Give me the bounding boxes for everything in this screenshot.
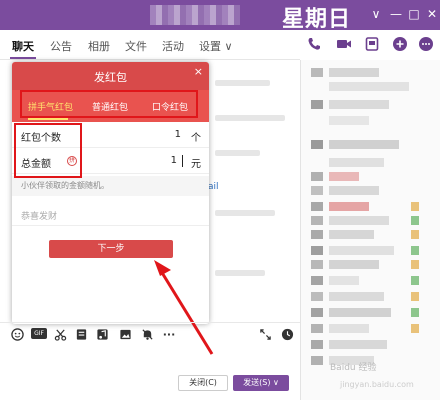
clock-icon[interactable] xyxy=(280,328,294,342)
count-unit: 个 xyxy=(191,133,201,144)
random-amount-hint: 小伙伴领取的金额随机。 xyxy=(12,176,209,196)
video-icon[interactable] xyxy=(336,36,352,52)
scissors-icon[interactable] xyxy=(53,328,67,342)
chat-link-fragment[interactable]: ail xyxy=(208,182,219,192)
gif-icon[interactable]: GIF xyxy=(31,328,47,342)
input-toolbar: GIF ··· xyxy=(0,322,300,346)
image-icon[interactable] xyxy=(118,328,132,342)
blessing-message-field[interactable]: 恭喜发财 xyxy=(12,200,209,226)
dialog-title: 发红包 xyxy=(94,71,127,84)
hint-text: 小伙伴领取的金额随机。 xyxy=(21,181,109,190)
screen-icon[interactable] xyxy=(364,36,380,52)
gif-label: GIF xyxy=(31,328,47,339)
ellipsis-icon[interactable]: ··· xyxy=(160,328,178,342)
active-tab-underline xyxy=(10,57,36,59)
emoji-icon[interactable] xyxy=(10,328,24,342)
window-titlebar: 星期日 ∨ — □ ✕ xyxy=(0,0,440,32)
minimize-icon[interactable]: — xyxy=(388,6,404,22)
baidu-watermark: Baidu 经验 xyxy=(330,363,377,373)
active-type-underline xyxy=(28,118,68,120)
music-icon[interactable] xyxy=(95,328,109,342)
tab-activity[interactable]: 活动 xyxy=(162,38,184,54)
tab-files[interactable]: 文件 xyxy=(125,38,147,54)
tab-chat[interactable]: 聊天 xyxy=(12,38,34,54)
collapse-icon[interactable]: ∨ xyxy=(368,6,384,22)
close-button[interactable]: 关闭(C) xyxy=(178,375,228,391)
tab-settings[interactable]: 设置 ∨ xyxy=(199,38,233,54)
total-unit: 元 xyxy=(191,159,201,170)
send-button[interactable]: 发送(S) ∨ xyxy=(233,375,289,391)
dialog-header: 发红包 × xyxy=(12,62,209,90)
highlight-box-fields xyxy=(14,123,82,178)
more-icon[interactable] xyxy=(418,36,434,52)
highlight-box-types xyxy=(20,90,198,118)
count-value[interactable]: 1 xyxy=(175,129,181,140)
bell-icon[interactable] xyxy=(140,328,154,342)
tab-album[interactable]: 相册 xyxy=(88,38,110,54)
phone-icon[interactable] xyxy=(306,36,322,52)
title-overlay-text: 星期日 xyxy=(282,7,352,32)
expand-icon[interactable] xyxy=(258,328,272,342)
close-window-icon[interactable]: ✕ xyxy=(424,6,440,22)
total-value[interactable]: 1 xyxy=(171,155,177,166)
group-tab-bar: 聊天 公告 相册 文件 活动 设置 ∨ xyxy=(0,30,300,60)
baidu-watermark-url: jingyan.baidu.com xyxy=(340,380,414,389)
text-caret xyxy=(182,155,183,167)
next-step-button[interactable]: 下一步 xyxy=(49,240,173,258)
group-name-blurred xyxy=(150,5,240,25)
tab-announcement[interactable]: 公告 xyxy=(50,38,72,54)
close-icon[interactable]: × xyxy=(194,65,203,78)
member-list-blurred xyxy=(300,60,440,400)
folder-icon[interactable] xyxy=(74,328,88,342)
blessing-placeholder: 恭喜发财 xyxy=(21,212,58,222)
maximize-icon[interactable]: □ xyxy=(406,6,422,22)
add-icon[interactable] xyxy=(392,36,408,52)
